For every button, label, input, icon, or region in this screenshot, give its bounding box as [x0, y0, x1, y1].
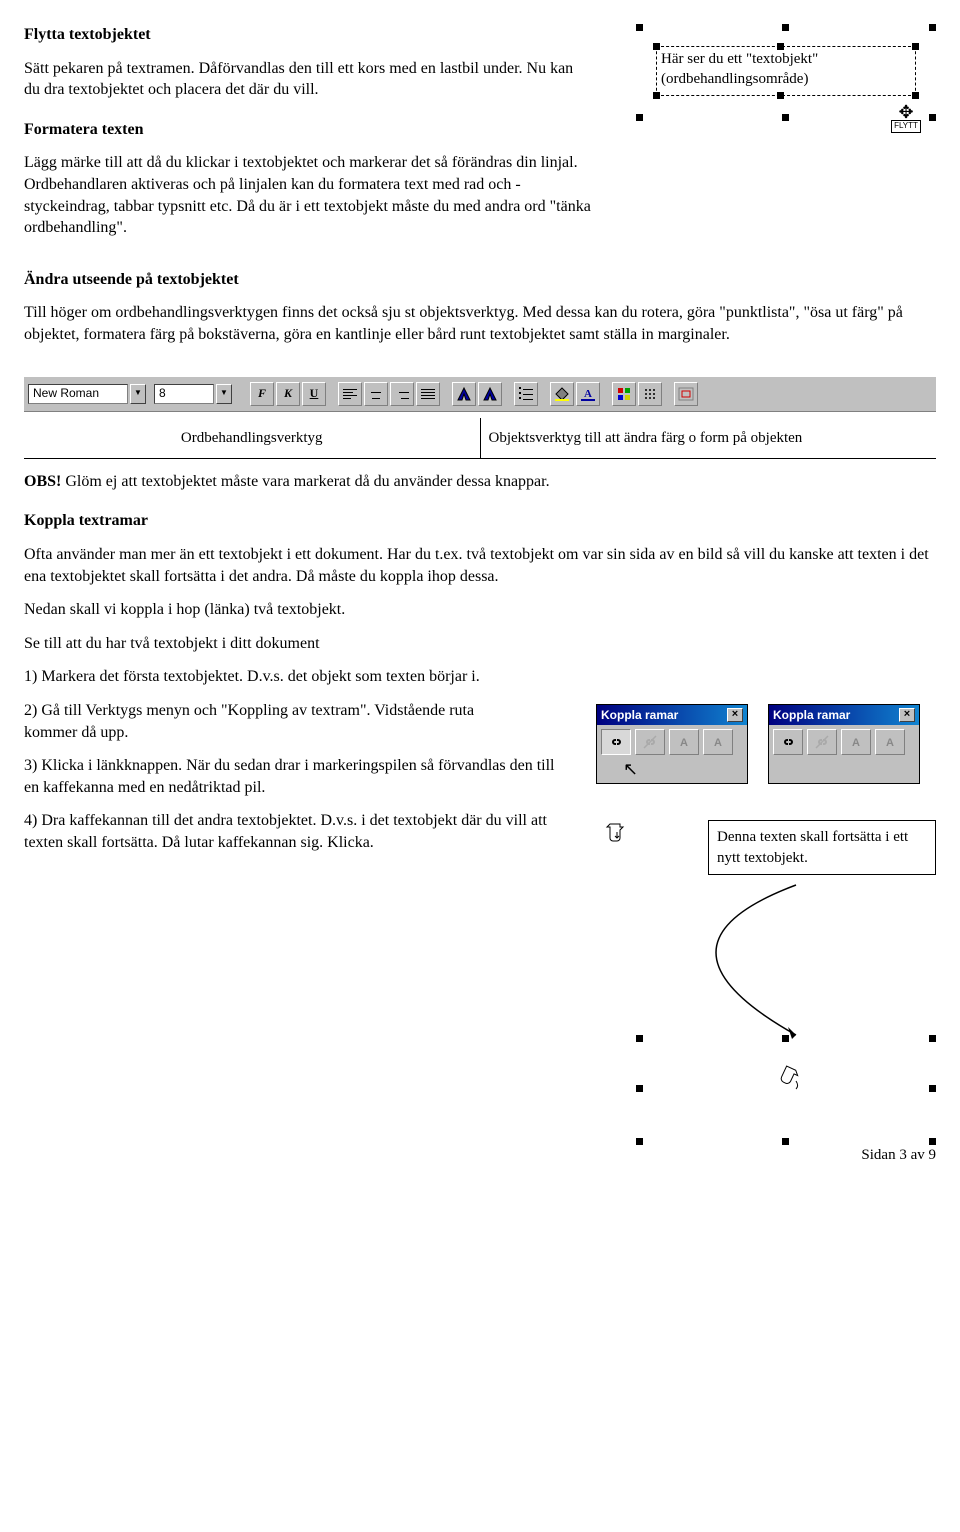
- svg-text:A: A: [584, 388, 592, 400]
- link-arc: [676, 885, 936, 1025]
- margins-button[interactable]: [674, 382, 698, 406]
- svg-text:A: A: [680, 737, 688, 749]
- obs-rest: Glöm ej att textobjektet måste vara mark…: [61, 473, 549, 490]
- font-dropdown-button[interactable]: ▼: [130, 384, 146, 404]
- line-style-button[interactable]: [638, 382, 662, 406]
- link-button[interactable]: [601, 729, 631, 755]
- bold-button[interactable]: F: [250, 382, 274, 406]
- link-frames-palette-1: Koppla ramar × A A ↖: [596, 704, 748, 784]
- para-5: Ofta använder man mer än ett textobjekt …: [24, 544, 936, 587]
- svg-text:A: A: [714, 737, 722, 749]
- caption-left: Ordbehandlingsverktyg: [24, 418, 480, 458]
- link-frames-palette-2: Koppla ramar × A A: [768, 704, 920, 784]
- unlink-button[interactable]: [635, 729, 665, 755]
- para-1: Sätt pekaren på textramen. Dåförvandlas …: [24, 58, 584, 101]
- align-right-button[interactable]: [390, 382, 414, 406]
- rotate-left-button[interactable]: [452, 382, 476, 406]
- obs-label: OBS!: [24, 473, 61, 490]
- italic-button[interactable]: K: [276, 382, 300, 406]
- close-icon[interactable]: ×: [899, 708, 915, 722]
- flytt-label: FLYTT: [891, 120, 921, 133]
- para-3: Till höger om ordbehandlingsverktygen fi…: [24, 302, 936, 345]
- size-dropdown-button[interactable]: ▼: [216, 384, 232, 404]
- align-center-button[interactable]: [364, 382, 388, 406]
- page-footer: Sidan 3 av 9: [24, 1145, 936, 1165]
- prev-frame-button[interactable]: A: [669, 729, 699, 755]
- dashed-textframe: Här ser du ett "textobjekt" (ordbehandli…: [656, 46, 916, 96]
- palette-title-1: Koppla ramar: [601, 707, 678, 723]
- border-button[interactable]: [612, 382, 636, 406]
- coffeepot-icon: [604, 820, 630, 854]
- link-frames-palettes: Koppla ramar × A A ↖ Koppla ramar ×: [596, 704, 936, 784]
- link-button[interactable]: [773, 729, 803, 755]
- rotate-right-button[interactable]: [478, 382, 502, 406]
- next-frame-button[interactable]: A: [703, 729, 733, 755]
- preview-line1: Här ser du ett "textobjekt": [661, 51, 818, 67]
- para-9: 2) Gå till Verktygs menyn och "Koppling …: [24, 700, 524, 743]
- next-frame-button[interactable]: A: [875, 729, 905, 755]
- para-8: 1) Markera det första textobjektet. D.v.…: [24, 666, 544, 688]
- caption-right: Objektsverktyg till att ändra färg o for…: [480, 418, 937, 458]
- underline-button[interactable]: U: [302, 382, 326, 406]
- unlink-button[interactable]: [807, 729, 837, 755]
- size-dropdown[interactable]: 8: [154, 384, 214, 404]
- align-justify-button[interactable]: [416, 382, 440, 406]
- textobject-preview: Här ser du ett "textobjekt" (ordbehandli…: [636, 24, 936, 159]
- bullet-list-button[interactable]: [514, 382, 538, 406]
- target-textframe: [636, 1035, 936, 1145]
- align-left-button[interactable]: [338, 382, 362, 406]
- para-10: 3) Klicka i länkknappen. När du sedan dr…: [24, 755, 564, 798]
- para-7: Se till att du har två textobjekt i ditt…: [24, 633, 936, 655]
- palette-title-2: Koppla ramar: [773, 707, 850, 723]
- formatting-toolbar: New Roman ▼ 8 ▼ F K U A: [24, 376, 936, 412]
- continue-textframe: Denna texten skall fortsätta i ett nytt …: [708, 820, 936, 875]
- para-11: 4) Dra kaffekannan till det andra textob…: [24, 810, 564, 853]
- para-6: Nedan skall vi koppla i hop (länka) två …: [24, 599, 936, 621]
- heading-koppla: Koppla textramar: [24, 510, 936, 532]
- para-2: Lägg märke till att då du klickar i text…: [24, 152, 604, 238]
- toolbar-caption-row: Ordbehandlingsverktyg Objektsverktyg til…: [24, 418, 936, 459]
- cursor-arrow-icon: ↖: [623, 757, 773, 781]
- coffeepot-pour-icon: [776, 1063, 806, 1101]
- preview-line2: (ordbehandlingsområde): [661, 71, 808, 87]
- prev-frame-button[interactable]: A: [841, 729, 871, 755]
- font-color-button[interactable]: A: [576, 382, 600, 406]
- fill-color-button[interactable]: [550, 382, 574, 406]
- link-flow-preview: Denna texten skall fortsätta i ett nytt …: [596, 820, 936, 1145]
- close-icon[interactable]: ×: [727, 708, 743, 722]
- svg-text:A: A: [852, 737, 860, 749]
- font-dropdown[interactable]: New Roman: [28, 384, 128, 404]
- heading-andra-utseende: Ändra utseende på textobjektet: [24, 269, 936, 291]
- move-cursor-icon: ✥ FLYTT: [888, 105, 924, 141]
- para-obs: OBS! Glöm ej att textobjektet måste vara…: [24, 471, 936, 493]
- svg-text:A: A: [886, 737, 894, 749]
